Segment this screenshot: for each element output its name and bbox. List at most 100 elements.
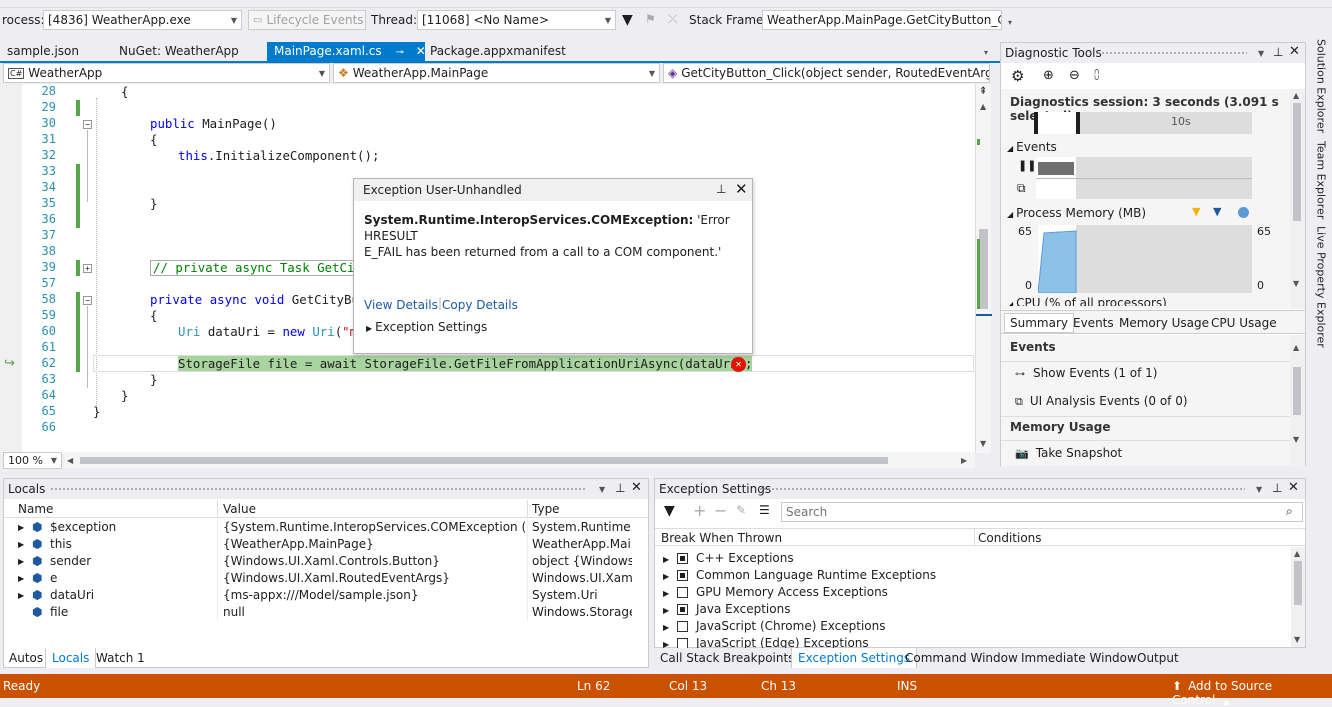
expand-triangle-icon[interactable]: ▶ (663, 640, 669, 648)
selection-end[interactable] (1076, 112, 1080, 134)
tab-events[interactable]: Events (1073, 316, 1114, 330)
editor-horizontal-scrollbar[interactable]: ◀ ▶ (64, 452, 975, 468)
tab-output[interactable]: Output (1131, 648, 1185, 668)
collapsed-region[interactable]: // private async Task GetCity (150, 260, 373, 276)
flag-cross-icon[interactable]: ⤬ (668, 12, 678, 27)
column-name[interactable]: Name (18, 500, 53, 518)
zoom-out-icon[interactable]: ⊖ (1069, 68, 1080, 83)
dropdown-icon[interactable]: ▼ (1258, 49, 1264, 58)
tab-watch-1[interactable]: Watch 1 (90, 648, 151, 668)
tab-call-stack[interactable]: Call Stack (654, 648, 725, 668)
scroll-down-icon[interactable]: ▼ (1294, 635, 1300, 644)
table-row[interactable]: ▶ ⬢ this {WeatherApp.MainPage} WeatherAp… (4, 536, 648, 553)
events-graph-toggle[interactable]: ◢ Events (1007, 140, 1057, 154)
dropdown-icon[interactable]: ▼ (599, 485, 605, 494)
column-conditions[interactable]: Conditions (978, 529, 1042, 547)
tab-sample-json[interactable]: sample.json (0, 42, 86, 61)
checkbox[interactable] (677, 638, 689, 648)
expand-triangle-icon[interactable]: ▶ (18, 519, 24, 536)
current-statement[interactable]: StorageFile file = await StorageFile.Get… (178, 356, 753, 371)
checkbox[interactable] (677, 553, 689, 564)
scroll-up-icon[interactable]: ▲ (980, 102, 986, 111)
stackframe-dropdown[interactable]: WeatherApp.MainPage.GetCityButton_Cli (762, 10, 1002, 30)
scroll-up-icon[interactable]: ▲ (1293, 91, 1299, 100)
pin-icon[interactable]: ⊥ (615, 481, 625, 495)
table-row[interactable]: ▶ ⬢ sender {Windows.UI.Xaml.Controls.But… (4, 553, 648, 570)
table-row[interactable]: ⬢ file null Windows.Storage.S (4, 604, 648, 621)
list-item[interactable]: ▶ Common Language Runtime Exceptions (663, 567, 1283, 584)
tab-cpu-usage[interactable]: CPU Usage (1211, 316, 1277, 330)
pin-icon[interactable]: ⊸ (395, 47, 403, 58)
tab-command-window[interactable]: Command Window (899, 648, 1024, 668)
flag-icon[interactable]: ⚑ (645, 12, 656, 26)
tab-overflow-icon[interactable]: ▾ (984, 48, 988, 57)
column-type[interactable]: Type (532, 500, 560, 518)
memory-graph[interactable] (1038, 225, 1252, 293)
scroll-left-icon[interactable]: ◀ (67, 456, 73, 465)
project-dropdown[interactable]: C# WeatherApp ▼ (3, 63, 330, 83)
expand-triangle-icon[interactable]: ▶ (663, 572, 669, 581)
table-row[interactable]: ▶ ⬢ $exception {System.Runtime.InteropSe… (4, 519, 648, 536)
thread-dropdown[interactable]: [11068] <No Name> ▼ (417, 10, 616, 30)
add-icon[interactable]: + (693, 501, 706, 520)
events-track[interactable] (1036, 157, 1252, 199)
checkbox[interactable] (677, 621, 689, 632)
checkbox[interactable] (677, 587, 689, 598)
search-icon[interactable]: ⌕ (1286, 504, 1293, 519)
tab-mainpage-active[interactable]: MainPage.xaml.cs ⊸ ✕ (267, 42, 426, 61)
ui-analysis-icon[interactable]: ⧉ (1017, 181, 1026, 196)
tab-breakpoints[interactable]: Breakpoints (717, 648, 800, 668)
process-dropdown[interactable]: [4836] WeatherApp.exe ▼ (43, 10, 242, 30)
search-input[interactable] (782, 503, 1272, 521)
copy-details-link[interactable]: Copy Details (442, 298, 518, 312)
column-break-when-thrown[interactable]: Break When Thrown (661, 529, 782, 547)
scroll-up-icon[interactable]: ▲ (1293, 343, 1299, 352)
scroll-up-icon[interactable]: ▲ (1294, 549, 1300, 558)
summary-scrollbar[interactable]: ▲ ▼ (1290, 335, 1305, 466)
edit-icon[interactable]: ✎ (736, 503, 746, 517)
close-icon[interactable]: ✕ (1288, 480, 1299, 495)
tab-package-manifest[interactable]: Package.appxmanifest (423, 42, 573, 61)
close-icon[interactable]: ✕ (735, 180, 748, 198)
expand-icon[interactable]: + (83, 264, 92, 273)
expand-triangle-icon[interactable]: ▶ (663, 606, 669, 615)
timeline-ruler[interactable]: 10s (1034, 112, 1252, 134)
column-value[interactable]: Value (223, 500, 256, 518)
zoom-in-icon[interactable]: ⊕ (1043, 68, 1054, 83)
filter-icon[interactable]: ▼ (622, 12, 633, 28)
scroll-thumb[interactable] (979, 229, 988, 309)
list-item[interactable]: ▶ GPU Memory Access Exceptions (663, 584, 1283, 601)
diagnostic-graph-scrollbar[interactable]: ▲ ▼ (1290, 89, 1305, 309)
list-item[interactable]: ▶ C++ Exceptions (663, 550, 1283, 567)
list-icon[interactable]: ☰ (759, 503, 770, 517)
editor-vertical-scrollbar[interactable]: ⇞ ▲ ▼ (975, 84, 992, 453)
tab-immediate-window[interactable]: Immediate Window (1015, 648, 1143, 668)
expand-triangle-icon[interactable]: ▶ (663, 623, 669, 632)
scroll-down-icon[interactable]: ▼ (980, 439, 986, 448)
tab-summary[interactable]: Summary (1004, 313, 1074, 333)
tab-nuget[interactable]: NuGet: WeatherApp (112, 42, 246, 61)
expand-triangle-icon[interactable]: ▶ (18, 553, 24, 570)
reset-zoom-icon[interactable]: ⩇ (1094, 68, 1099, 83)
lifecycle-events-dropdown[interactable]: ▭ Lifecycle Events (248, 10, 366, 30)
checkbox[interactable] (677, 604, 689, 615)
close-icon[interactable]: ✕ (631, 480, 642, 495)
checkbox[interactable] (677, 570, 689, 581)
memory-graph-toggle[interactable]: ◢ Process Memory (MB) (1007, 206, 1146, 220)
scroll-thumb[interactable] (1294, 561, 1302, 605)
list-item[interactable]: ▶ JavaScript (Chrome) Exceptions (663, 618, 1283, 635)
zoom-dropdown[interactable]: 100 % ▼ (3, 452, 62, 469)
scroll-right-icon[interactable]: ▶ (961, 456, 967, 465)
cpu-graph-toggle[interactable]: ◢ CPU (% of all processors) (1007, 296, 1167, 306)
exception-settings-scrollbar[interactable]: ▲ ▼ (1291, 547, 1305, 647)
add-to-source-control-button[interactable]: ⬆ Add to Source Control ▲ (1172, 679, 1332, 707)
collapse-icon[interactable]: − (83, 296, 92, 305)
tab-locals-active[interactable]: Locals (45, 648, 97, 668)
error-icon[interactable]: ✕ (731, 357, 746, 372)
table-row[interactable]: ▶ ⬢ dataUri {ms-appx:///Model/sample.jso… (4, 587, 648, 604)
expand-triangle-icon[interactable]: ▶ (18, 587, 24, 604)
scroll-thumb[interactable] (80, 457, 888, 464)
expand-triangle-icon[interactable]: ▶ (18, 570, 24, 587)
column-divider[interactable] (974, 529, 975, 547)
tab-memory-usage[interactable]: Memory Usage (1119, 316, 1209, 330)
